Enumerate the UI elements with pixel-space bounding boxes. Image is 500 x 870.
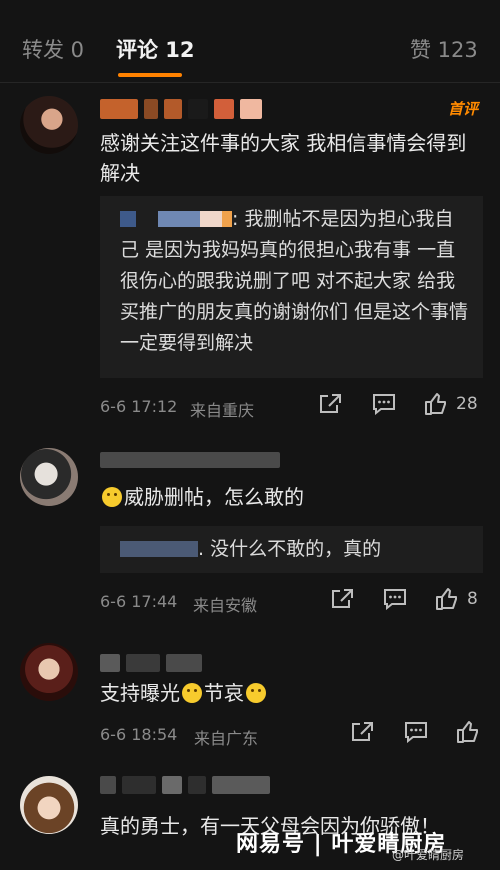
share-button[interactable]: [318, 393, 342, 415]
sad-emoji-icon: [246, 683, 266, 703]
share-icon: [332, 589, 353, 608]
reply-button[interactable]: [404, 721, 428, 743]
comment-icon: [373, 394, 395, 415]
comment-icon: [384, 589, 406, 610]
reply-user-redacted: [120, 541, 198, 557]
reply-user-redacted: [120, 211, 136, 227]
watermark-handle: @叶爱睛厨房: [392, 848, 465, 862]
comment-location: 来自安徽: [193, 596, 258, 615]
thumbs-up-icon: [436, 588, 457, 610]
comment-tabs: 转发 0 评论 12 赞 123: [0, 0, 500, 83]
like-count: 28: [456, 394, 478, 414]
tab-comments[interactable]: 评论 12: [116, 34, 195, 64]
comment-time: 6-6 17:44: [100, 592, 178, 611]
comment-time: 6-6 18:54: [100, 725, 178, 744]
comment-icon: [405, 722, 427, 743]
like-button[interactable]: 8: [435, 587, 478, 611]
comment-time: 6-6 17:12: [100, 397, 178, 416]
comment-text: 感谢关注这件事的大家 我相信事情会得到解决: [100, 131, 467, 185]
smile-emoji-icon: [102, 487, 122, 507]
username-redacted: [100, 452, 280, 472]
thumbs-up-icon: [425, 393, 446, 415]
reply-text: : 我删帖不是因为担心我自己 是因为我妈妈真的很担心我有事 一直很伤心的跟我说删…: [120, 208, 469, 354]
avatar[interactable]: [20, 776, 78, 834]
comment-text: 威胁删帖，怎么敢的: [100, 482, 472, 512]
sad-emoji-icon: [182, 683, 202, 703]
reply-button[interactable]: [372, 393, 396, 415]
share-button[interactable]: [350, 721, 374, 743]
share-button[interactable]: [330, 588, 354, 610]
tab-likes[interactable]: 赞 123: [410, 34, 478, 64]
share-icon: [352, 722, 373, 741]
thumbs-up-icon: [457, 721, 478, 743]
username-redacted: [100, 654, 202, 674]
first-comment-badge: 首评: [447, 100, 478, 118]
avatar[interactable]: [20, 643, 78, 701]
avatar[interactable]: [20, 448, 78, 506]
reply-quote[interactable]: : 我删帖不是因为担心我自己 是因为我妈妈真的很担心我有事 一直很伤心的跟我说删…: [100, 196, 483, 378]
comment-text: 支持曝光 节哀: [100, 678, 472, 708]
username-redacted: [100, 776, 270, 796]
like-count: 8: [467, 589, 478, 609]
reply-button[interactable]: [383, 588, 407, 610]
like-button[interactable]: 28: [424, 392, 478, 416]
avatar[interactable]: [20, 96, 78, 154]
reply-text: . 没什么不敢的，真的: [198, 538, 382, 560]
tab-repost[interactable]: 转发 0: [22, 34, 84, 64]
active-tab-indicator: [118, 73, 182, 77]
username-redacted: [100, 99, 262, 119]
reply-quote[interactable]: . 没什么不敢的，真的: [100, 526, 483, 573]
share-icon: [320, 394, 341, 413]
like-button[interactable]: [456, 720, 480, 744]
comment-location: 来自重庆: [190, 401, 255, 420]
comment-location: 来自广东: [194, 729, 259, 748]
